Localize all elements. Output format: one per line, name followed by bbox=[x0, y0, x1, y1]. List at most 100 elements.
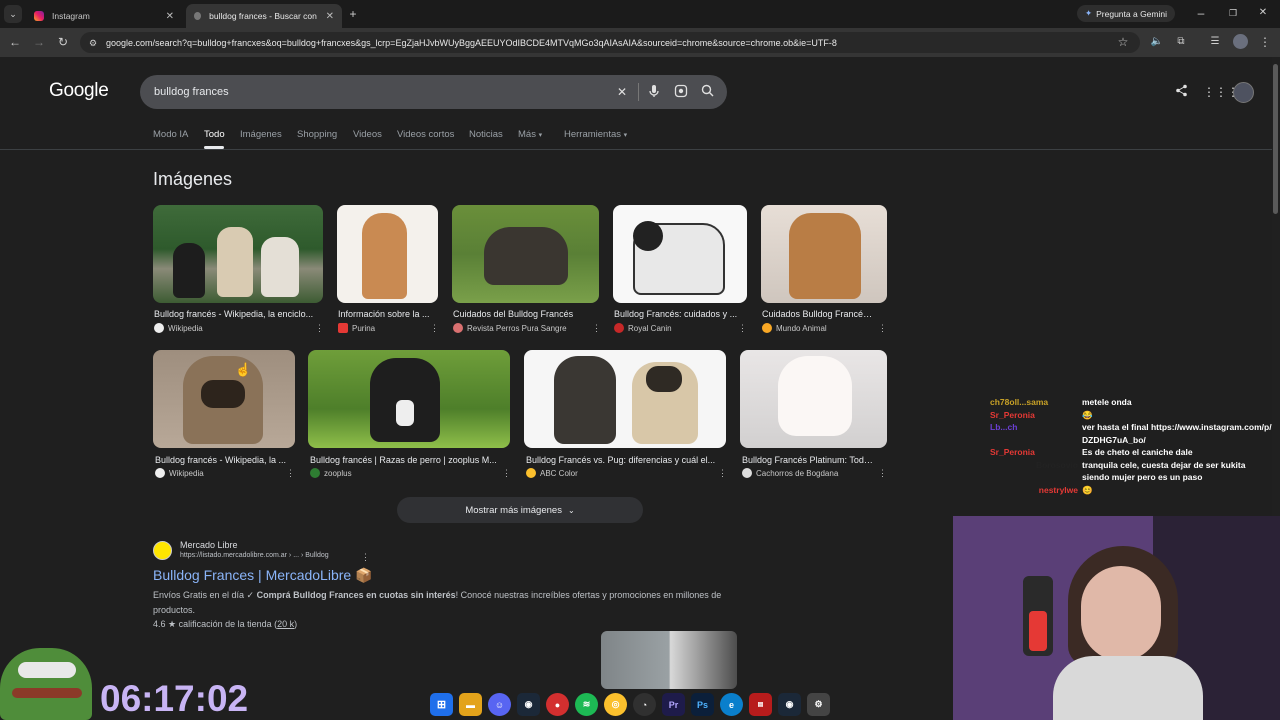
more-options-icon[interactable]: ⋮ bbox=[315, 323, 324, 334]
file-explorer-icon[interactable]: ▬ bbox=[459, 693, 482, 716]
photoshop-icon[interactable]: Ps bbox=[691, 693, 714, 716]
image-title[interactable]: Cuidados del Bulldog Francés bbox=[453, 309, 598, 319]
minimize-icon[interactable]: – bbox=[1192, 4, 1210, 22]
apps-grid-icon[interactable]: ⋮⋮⋮ bbox=[1203, 84, 1239, 100]
site-info-icon[interactable]: ⚙ bbox=[84, 34, 102, 52]
result-options-icon[interactable]: ⋮ bbox=[361, 552, 370, 563]
image-thumbnail[interactable] bbox=[740, 350, 887, 448]
image-thumbnail[interactable] bbox=[308, 350, 510, 448]
image-source[interactable]: zooplus bbox=[310, 468, 352, 478]
image-source[interactable]: Wikipedia bbox=[155, 468, 204, 478]
show-more-images-button[interactable]: Mostrar más imágenes ⌄ bbox=[397, 497, 643, 523]
back-icon[interactable]: ← bbox=[6, 33, 24, 51]
image-source[interactable]: Purina bbox=[338, 323, 375, 333]
image-thumbnail[interactable] bbox=[761, 205, 887, 303]
image-title[interactable]: Bulldog Francés vs. Pug: diferencias y c… bbox=[526, 455, 722, 465]
reload-icon[interactable]: ↻ bbox=[54, 33, 72, 51]
image-source[interactable]: Mundo Animal bbox=[762, 323, 827, 333]
google-logo[interactable]: Google bbox=[49, 80, 109, 102]
chrome-icon[interactable]: ◎ bbox=[604, 693, 627, 716]
image-source[interactable]: Cachorros de Bogdana bbox=[742, 468, 838, 478]
search-icon[interactable] bbox=[699, 84, 715, 100]
tab-modo-ia[interactable]: Modo IA bbox=[153, 129, 188, 140]
result-url[interactable]: https://listado.mercadolibre.com.ar › ..… bbox=[180, 552, 329, 559]
tab-videos-cortos[interactable]: Videos cortos bbox=[397, 129, 454, 140]
scrollbar-thumb[interactable] bbox=[1273, 64, 1278, 214]
image-source[interactable]: Revista Perros Pura Sangre bbox=[453, 323, 567, 333]
more-options-icon[interactable]: ⋮ bbox=[502, 468, 511, 479]
voice-search-icon[interactable] bbox=[646, 84, 662, 100]
google-favicon-icon bbox=[194, 12, 202, 20]
obs-icon[interactable]: ◔ bbox=[633, 693, 656, 716]
image-title[interactable]: Bulldog Francés Platinum: Todo ... bbox=[742, 455, 876, 465]
image-title[interactable]: Bulldog francés | Razas de perro | zoopl… bbox=[310, 455, 506, 465]
tab-imagenes[interactable]: Imágenes bbox=[240, 129, 282, 140]
more-options-icon[interactable]: ⋮ bbox=[878, 323, 887, 334]
windows-start-icon[interactable]: ⊞ bbox=[430, 693, 453, 716]
more-options-icon[interactable]: ⋮ bbox=[286, 468, 295, 479]
image-title[interactable]: Cuidados Bulldog Francés ... bbox=[762, 309, 876, 319]
extensions-icon[interactable]: ⧉ bbox=[1172, 33, 1190, 51]
maximize-icon[interactable]: ❐ bbox=[1224, 4, 1242, 22]
result-title-link[interactable]: Bulldog Frances | MercadoLibre 📦 bbox=[153, 567, 373, 584]
image-source[interactable]: Royal Canin bbox=[614, 323, 672, 333]
webcam-person-face bbox=[1081, 566, 1161, 661]
media-icon[interactable]: ☰ bbox=[1206, 33, 1224, 51]
volume-icon[interactable]: 🔈 bbox=[1148, 33, 1166, 51]
tab-herramientas[interactable]: Herramientas ▾ bbox=[564, 129, 627, 140]
image-thumbnail[interactable] bbox=[524, 350, 726, 448]
more-options-icon[interactable]: ⋮ bbox=[430, 323, 439, 334]
settings-icon[interactable]: ⚙ bbox=[807, 693, 830, 716]
close-tab-icon[interactable]: ✕ bbox=[166, 11, 174, 22]
image-title[interactable]: Bulldog Francés: cuidados y ... bbox=[614, 309, 744, 319]
more-options-icon[interactable]: ⋮ bbox=[878, 468, 887, 479]
steam-2-icon[interactable]: ◉ bbox=[778, 693, 801, 716]
clear-search-icon[interactable]: ✕ bbox=[614, 84, 630, 100]
tab-shopping[interactable]: Shopping bbox=[297, 129, 337, 140]
bookmark-star-icon[interactable]: ☆ bbox=[1114, 33, 1132, 51]
app-news-icon[interactable]: ▤ bbox=[749, 693, 772, 716]
browser-menu-icon[interactable]: ⋮ bbox=[1256, 33, 1274, 51]
tab-noticias[interactable]: Noticias bbox=[469, 129, 503, 140]
ratings-link[interactable]: 20 k bbox=[277, 619, 294, 629]
tab-instagram[interactable]: Instagram ✕ bbox=[26, 4, 182, 28]
edge-icon[interactable]: e bbox=[720, 693, 743, 716]
tab-todo[interactable]: Todo bbox=[204, 129, 225, 140]
gemini-button[interactable]: ✦ Pregunta a Gemini bbox=[1077, 5, 1175, 22]
lens-search-icon[interactable] bbox=[673, 84, 689, 100]
result-site-name[interactable]: Mercado Libre bbox=[180, 540, 238, 550]
close-tab-icon[interactable]: ✕ bbox=[326, 11, 334, 22]
search-divider bbox=[638, 83, 639, 101]
close-window-icon[interactable]: ✕ bbox=[1254, 4, 1272, 22]
share-icon[interactable] bbox=[1173, 84, 1189, 100]
app-red-icon[interactable]: ● bbox=[546, 693, 569, 716]
image-thumbnail[interactable] bbox=[452, 205, 599, 303]
image-title[interactable]: Bulldog francés - Wikipedia, la enciclo.… bbox=[154, 309, 320, 319]
tab-videos[interactable]: Videos bbox=[353, 129, 382, 140]
tab-google-search[interactable]: bulldog frances - Buscar con Go ✕ bbox=[186, 4, 342, 28]
dog-silhouette bbox=[646, 366, 682, 392]
image-source[interactable]: ABC Color bbox=[526, 468, 578, 478]
account-avatar[interactable] bbox=[1233, 82, 1254, 103]
image-source[interactable]: Wikipedia bbox=[154, 323, 203, 333]
premiere-icon[interactable]: Pr bbox=[662, 693, 685, 716]
more-options-icon[interactable]: ⋮ bbox=[592, 323, 601, 334]
new-tab-icon[interactable]: + bbox=[344, 5, 362, 23]
tab-search-icon[interactable]: ⌄ bbox=[4, 5, 22, 23]
forward-icon[interactable]: → bbox=[30, 33, 48, 51]
tab-mas[interactable]: Más ▾ bbox=[518, 129, 542, 140]
more-options-icon[interactable]: ⋮ bbox=[718, 468, 727, 479]
address-bar[interactable]: google.com/search?q=bulldog+francxes&oq=… bbox=[80, 32, 1140, 53]
steam-icon[interactable]: ◉ bbox=[517, 693, 540, 716]
image-title[interactable]: Bulldog francés - Wikipedia, la ... bbox=[155, 455, 293, 465]
image-thumbnail[interactable] bbox=[613, 205, 747, 303]
profile-avatar[interactable] bbox=[1233, 34, 1248, 49]
spotify-icon[interactable]: ≋ bbox=[575, 693, 598, 716]
discord-icon[interactable]: ☺ bbox=[488, 693, 511, 716]
result-image-thumbnail[interactable] bbox=[601, 631, 737, 689]
image-title[interactable]: Información sobre la ... bbox=[338, 309, 436, 319]
image-thumbnail[interactable] bbox=[337, 205, 438, 303]
more-options-icon[interactable]: ⋮ bbox=[738, 323, 747, 334]
image-thumbnail[interactable] bbox=[153, 205, 323, 303]
image-thumbnail[interactable] bbox=[153, 350, 295, 448]
